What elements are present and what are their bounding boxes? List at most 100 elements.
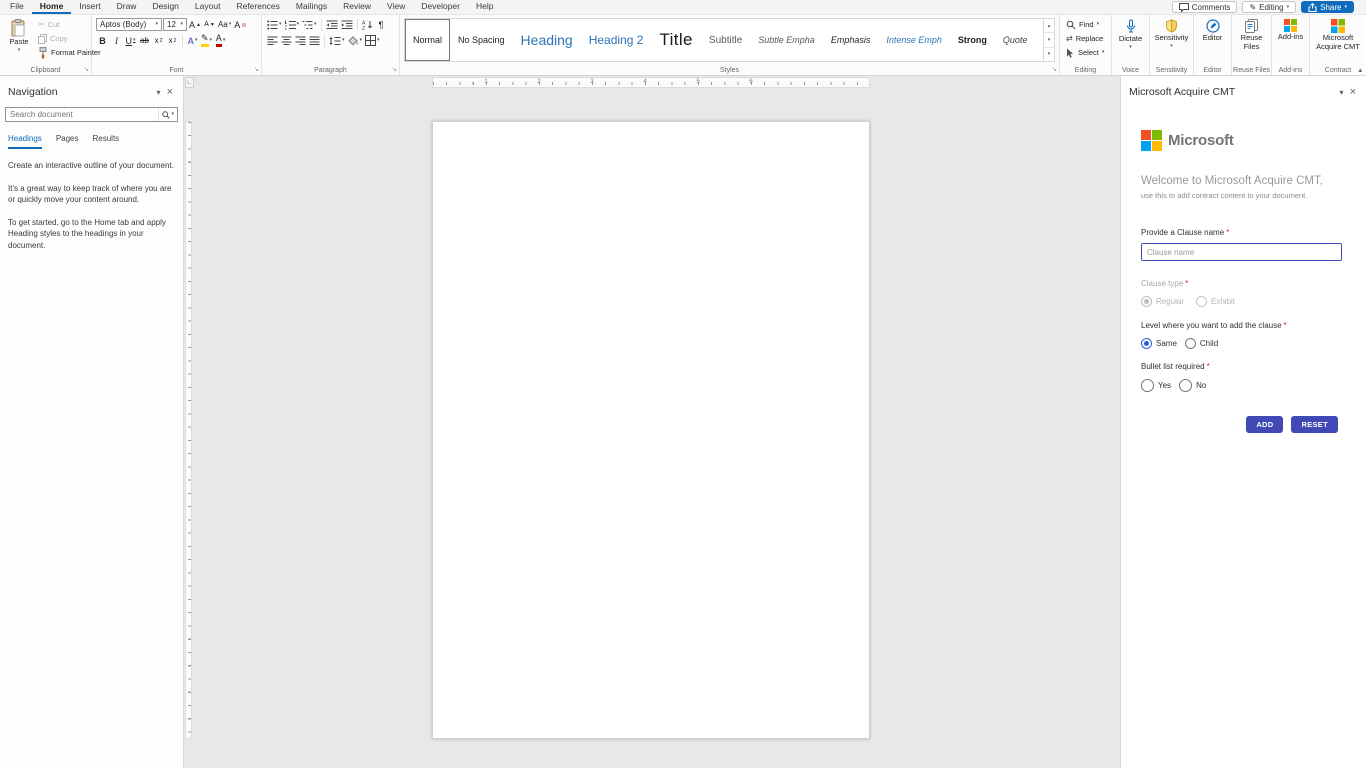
tab-design[interactable]: Design: [144, 0, 186, 14]
styles-scroll-up-button[interactable]: ▴: [1044, 19, 1054, 34]
radio-option-child[interactable]: Child: [1184, 338, 1218, 349]
nav-tab-results[interactable]: Results: [93, 134, 120, 149]
clipboard-dialog-launcher[interactable]: ↘: [84, 67, 89, 73]
change-case-button[interactable]: Aa ▾: [217, 18, 232, 31]
bullet-list-button[interactable]: ▾: [266, 18, 283, 31]
shading-button[interactable]: ▾: [347, 34, 364, 47]
style-quote[interactable]: Quote: [995, 19, 1036, 61]
tab-help[interactable]: Help: [468, 0, 501, 14]
comments-button[interactable]: Comments: [1171, 1, 1238, 13]
paste-button[interactable]: Paste ▾: [4, 18, 34, 54]
style-emphasis[interactable]: Emphasis: [823, 19, 879, 61]
style-intense-emphasis[interactable]: Intense Emph: [878, 19, 950, 61]
paragraph-dialog-launcher[interactable]: ↘: [392, 67, 397, 73]
show-formatting-button[interactable]: ¶: [375, 18, 388, 31]
dictate-button[interactable]: Dictate ▾: [1116, 18, 1146, 51]
nav-tab-headings[interactable]: Headings: [8, 134, 42, 149]
radio-exhibit[interactable]: [1196, 296, 1208, 307]
radio-option-same[interactable]: Same: [1141, 338, 1177, 349]
sensitivity-button[interactable]: Sensitivity ▾: [1154, 18, 1189, 50]
radio-regular[interactable]: [1141, 296, 1152, 307]
align-right-button[interactable]: [294, 34, 307, 47]
tab-developer[interactable]: Developer: [413, 0, 468, 14]
align-center-button[interactable]: [280, 34, 293, 47]
clause-name-input[interactable]: [1141, 243, 1342, 261]
font-size-select[interactable]: 12 ▾: [163, 18, 187, 31]
radio-yes[interactable]: [1141, 379, 1154, 392]
styles-scroll-down-button[interactable]: ▾: [1044, 33, 1054, 48]
line-spacing-button[interactable]: ▾: [328, 34, 346, 47]
share-button[interactable]: Share ▾: [1301, 1, 1354, 13]
document-area[interactable]: ∟ 123456: [184, 76, 1120, 768]
radio-same[interactable]: [1141, 338, 1152, 349]
style-strong[interactable]: Strong: [950, 19, 995, 61]
find-button[interactable]: Find ▾: [1064, 18, 1106, 31]
nav-tab-pages[interactable]: Pages: [56, 134, 79, 149]
tab-file[interactable]: File: [2, 0, 32, 14]
tab-layout[interactable]: Layout: [187, 0, 229, 14]
font-color-button[interactable]: A ▾: [214, 34, 227, 47]
reset-button[interactable]: RESET: [1291, 416, 1338, 433]
text-effects-button[interactable]: A ▾: [186, 34, 199, 47]
close-icon[interactable]: ×: [1348, 86, 1358, 98]
decrease-indent-button[interactable]: [325, 18, 339, 31]
tab-view[interactable]: View: [379, 0, 413, 14]
radio-option-exhibit[interactable]: Exhibit: [1196, 296, 1235, 307]
tab-home[interactable]: Home: [31, 0, 72, 14]
clear-formatting-button[interactable]: A: [233, 18, 247, 31]
chevron-down-icon[interactable]: ▾: [1336, 88, 1348, 97]
chevron-down-icon[interactable]: ▾: [153, 88, 165, 97]
tab-mailings[interactable]: Mailings: [288, 0, 335, 14]
select-button[interactable]: Select ▾: [1064, 46, 1106, 59]
tab-references[interactable]: References: [228, 0, 287, 14]
multilevel-list-button[interactable]: ▾: [301, 18, 318, 31]
style-normal[interactable]: Normal: [405, 19, 451, 61]
horizontal-ruler[interactable]: 123456: [184, 77, 1120, 89]
editor-button[interactable]: Editor: [1198, 18, 1228, 44]
justify-button[interactable]: [308, 34, 321, 47]
font-family-select[interactable]: Aptos (Body) ▾: [96, 18, 162, 31]
style-title[interactable]: Title: [651, 19, 701, 61]
style-subtle-emphasis[interactable]: Subtle Empha: [750, 19, 823, 61]
reuse-files-button[interactable]: Reuse Files: [1236, 18, 1267, 52]
style-heading2[interactable]: Heading 2: [581, 19, 652, 61]
font-dialog-launcher[interactable]: ↘: [254, 67, 259, 73]
replace-button[interactable]: ⇄ Replace: [1064, 32, 1106, 45]
tab-draw[interactable]: Draw: [109, 0, 145, 14]
subscript-button[interactable]: x2: [152, 34, 165, 47]
radio-option-regular[interactable]: Regular: [1141, 296, 1184, 307]
increase-indent-button[interactable]: [340, 18, 354, 31]
radio-no[interactable]: [1179, 379, 1193, 392]
acquire-cmt-button[interactable]: Microsoft Acquire CMT: [1314, 18, 1362, 52]
align-left-button[interactable]: [266, 34, 279, 47]
style-subtitle[interactable]: Subtitle: [701, 19, 750, 61]
borders-button[interactable]: ▾: [364, 34, 381, 47]
add-button[interactable]: ADD: [1246, 416, 1284, 433]
collapse-ribbon-button[interactable]: ▴: [1358, 66, 1362, 74]
grow-font-button[interactable]: A ▲: [188, 18, 202, 31]
bold-button[interactable]: B: [96, 34, 109, 47]
addins-button[interactable]: Add-ins: [1276, 18, 1306, 43]
styles-more-button[interactable]: ▾: [1044, 48, 1054, 61]
search-dropdown-button[interactable]: ▾: [158, 108, 177, 121]
underline-button[interactable]: U ▾: [124, 34, 137, 47]
tab-review[interactable]: Review: [335, 0, 379, 14]
radio-option-yes[interactable]: Yes: [1141, 379, 1171, 392]
strikethrough-button[interactable]: ab: [138, 34, 151, 47]
sort-button[interactable]: AZ: [361, 18, 374, 31]
styles-dialog-launcher[interactable]: ↘: [1052, 67, 1057, 73]
style-heading1[interactable]: Heading: [513, 19, 581, 61]
radio-child[interactable]: [1184, 338, 1196, 349]
superscript-button[interactable]: x2: [166, 34, 179, 47]
style-no-spacing[interactable]: No Spacing: [450, 19, 513, 61]
editing-mode-button[interactable]: ✎ Editing ▾: [1242, 1, 1297, 13]
italic-button[interactable]: I: [110, 34, 123, 47]
vertical-ruler[interactable]: [184, 90, 193, 768]
shrink-font-button[interactable]: A ▼: [203, 18, 216, 31]
highlight-color-button[interactable]: ✎ ▾: [200, 34, 213, 47]
close-icon[interactable]: ×: [165, 86, 175, 98]
tab-insert[interactable]: Insert: [71, 0, 108, 14]
document-page[interactable]: [432, 121, 870, 739]
search-input[interactable]: [6, 110, 159, 119]
radio-option-no[interactable]: No: [1179, 379, 1206, 392]
